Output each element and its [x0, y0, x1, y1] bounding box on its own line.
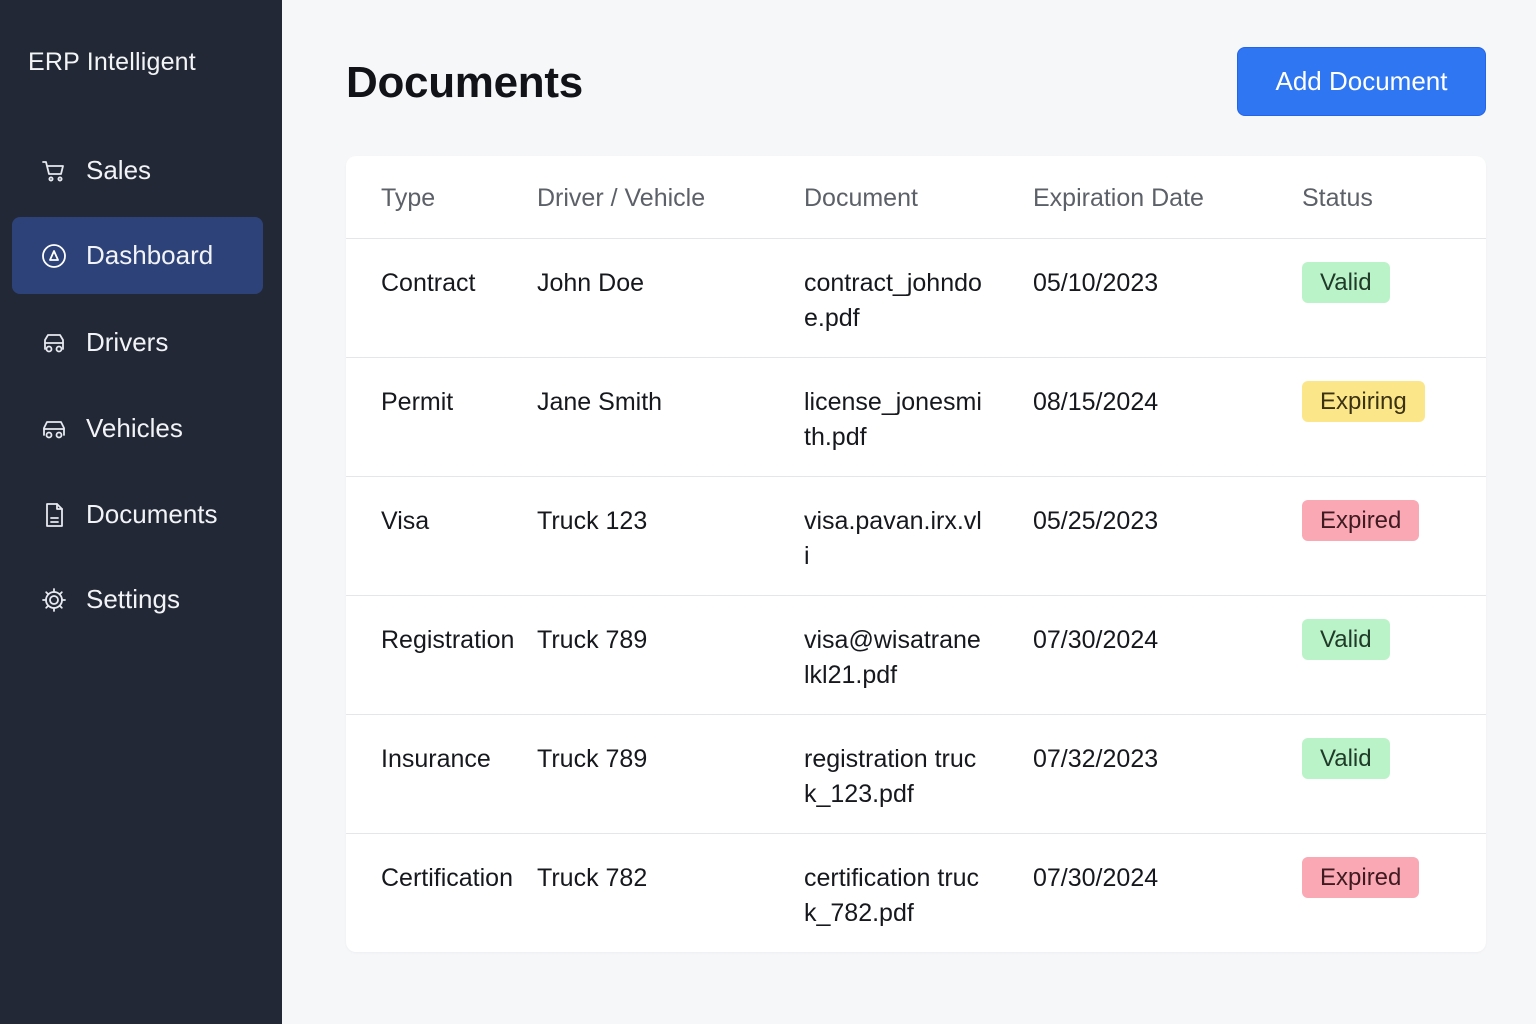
sidebar-item-label: Documents [86, 499, 218, 529]
table-row[interactable]: Insurance Truck 789 registration truck_1… [346, 715, 1486, 834]
cell-expiration: 07/30/2024 [1033, 626, 1159, 654]
cell-document[interactable]: visa@wisatranelkl21.pdf [804, 623, 984, 693]
cell-type: Registration [381, 626, 515, 654]
dashboard-icon [40, 242, 68, 270]
cell-type: Certification [381, 864, 513, 892]
sidebar-item-sales[interactable]: Sales [12, 132, 263, 209]
table-row[interactable]: Contract John Doe contract_johndoe.pdf 0… [346, 239, 1486, 358]
column-header-driver[interactable]: Driver / Vehicle [537, 184, 705, 213]
gear-icon [40, 586, 68, 614]
cell-driver: Truck 782 [537, 864, 648, 892]
status-badge: Valid [1302, 738, 1390, 779]
sidebar-item-label: Drivers [86, 327, 169, 357]
sidebar: ERP Intelligent Sales Dashboard Drivers [0, 0, 282, 1024]
sidebar-item-label: Sales [86, 155, 152, 185]
cell-document[interactable]: visa.pavan.irx.vli [804, 504, 984, 574]
status-badge: Expired [1302, 500, 1420, 541]
cell-expiration: 05/10/2023 [1033, 269, 1159, 297]
cell-driver: Truck 123 [537, 507, 648, 535]
status-badge: Valid [1302, 619, 1390, 660]
cell-driver: John Doe [537, 269, 645, 297]
table-row[interactable]: Permit Jane Smith license_jonesmith.pdf … [346, 358, 1486, 477]
table-row[interactable]: Registration Truck 789 visa@wisatranelkl… [346, 596, 1486, 715]
sidebar-item-label: Settings [86, 584, 180, 614]
cell-type: Visa [381, 507, 430, 535]
table-row[interactable]: Certification Truck 782 certification tr… [346, 834, 1486, 952]
cell-expiration: 08/15/2024 [1033, 388, 1159, 416]
vehicle-icon [40, 415, 68, 443]
cell-type: Insurance [381, 745, 491, 773]
table-row[interactable]: Visa Truck 123 visa.pavan.irx.vli 05/25/… [346, 477, 1486, 596]
cell-driver: Jane Smith [537, 388, 663, 416]
cell-driver: Truck 789 [537, 745, 648, 773]
page-title: Documents [346, 58, 583, 107]
sidebar-item-settings[interactable]: Settings [12, 561, 263, 638]
sidebar-item-vehicles[interactable]: Vehicles [12, 390, 263, 467]
cell-expiration: 05/25/2023 [1033, 507, 1159, 535]
cell-document[interactable]: certification truck_782.pdf [804, 861, 984, 931]
sidebar-item-drivers[interactable]: Drivers [12, 304, 263, 381]
cell-document[interactable]: registration truck_123.pdf [804, 742, 984, 812]
column-header-document[interactable]: Document [804, 184, 918, 213]
cell-driver: Truck 789 [537, 626, 648, 654]
cell-document[interactable]: contract_johndoe.pdf [804, 266, 984, 336]
cart-icon [40, 157, 68, 185]
table-header: Type Driver / Vehicle Document Expiratio… [346, 156, 1486, 239]
add-document-button[interactable]: Add Document [1237, 47, 1486, 116]
status-badge: Valid [1302, 262, 1390, 303]
main-content: Documents Add Document Type Driver / Veh… [282, 0, 1536, 1024]
status-badge: Expired [1302, 857, 1420, 898]
sidebar-item-label: Dashboard [86, 240, 214, 270]
documents-table: Type Driver / Vehicle Document Expiratio… [346, 156, 1486, 952]
column-header-status[interactable]: Status [1302, 184, 1373, 213]
brand-title: ERP Intelligent [28, 48, 196, 76]
sidebar-item-documents[interactable]: Documents [12, 476, 263, 553]
column-header-type[interactable]: Type [381, 184, 435, 213]
cell-type: Contract [381, 269, 476, 297]
column-header-expiration[interactable]: Expiration Date [1033, 184, 1204, 213]
cell-expiration: 07/32/2023 [1033, 745, 1159, 773]
cell-document[interactable]: license_jonesmith.pdf [804, 385, 984, 455]
sidebar-item-label: Vehicles [86, 413, 183, 443]
document-icon [40, 501, 68, 529]
cell-expiration: 07/30/2024 [1033, 864, 1159, 892]
cell-type: Permit [381, 388, 454, 416]
car-icon [40, 329, 68, 357]
sidebar-item-dashboard[interactable]: Dashboard [12, 217, 263, 294]
status-badge: Expiring [1302, 381, 1425, 422]
